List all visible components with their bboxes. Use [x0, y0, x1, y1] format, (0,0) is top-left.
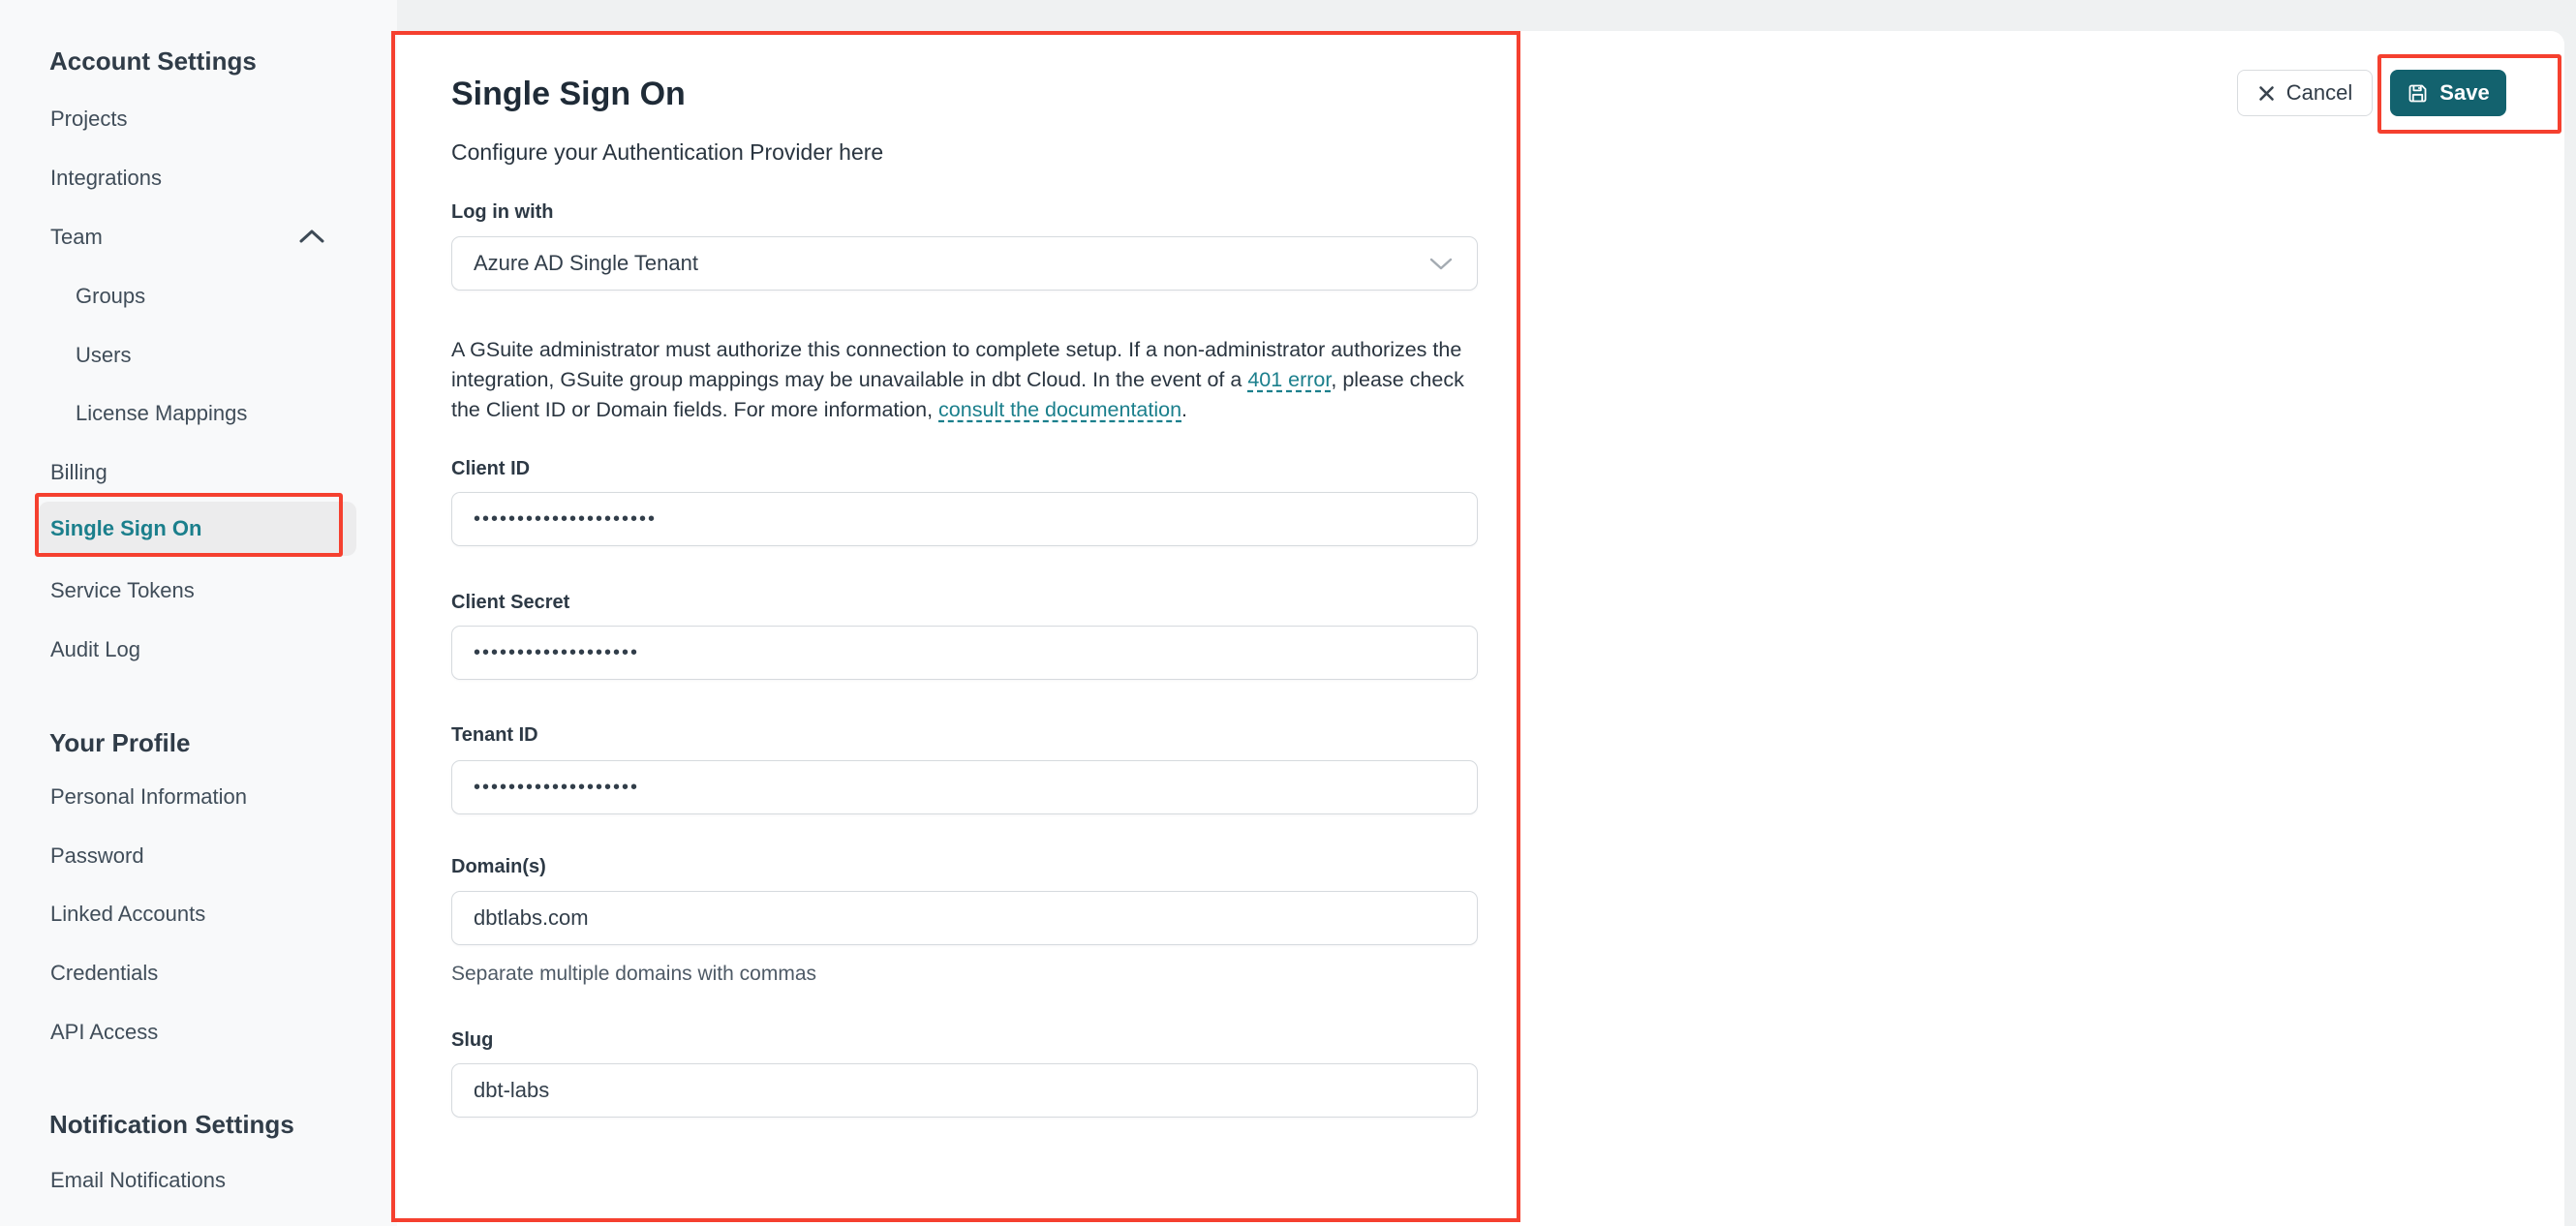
client-secret-label: Client Secret: [451, 592, 570, 613]
sidebar-item-personal-information[interactable]: Personal Information: [50, 784, 247, 810]
sidebar-item-integrations[interactable]: Integrations: [50, 166, 162, 191]
sidebar-item-single-sign-on[interactable]: Single Sign On: [39, 502, 356, 556]
sidebar-item-billing[interactable]: Billing: [50, 460, 107, 485]
sidebar-item-password[interactable]: Password: [50, 843, 144, 869]
chevron-down-icon: [1428, 257, 1454, 271]
consult-documentation-link[interactable]: consult the documentation: [938, 398, 1181, 421]
cancel-button[interactable]: Cancel: [2237, 70, 2373, 116]
login-with-select[interactable]: Azure AD Single Tenant: [451, 236, 1478, 291]
401-error-link[interactable]: 401 error: [1247, 368, 1331, 391]
sidebar-item-credentials[interactable]: Credentials: [50, 961, 158, 986]
x-icon: [2257, 84, 2276, 103]
cancel-button-label: Cancel: [2285, 80, 2353, 105]
save-button-label: Save: [2439, 80, 2490, 105]
sidebar-item-linked-accounts[interactable]: Linked Accounts: [50, 902, 205, 927]
sidebar-item-email-notifications[interactable]: Email Notifications: [50, 1168, 226, 1193]
tenant-id-label: Tenant ID: [451, 724, 538, 746]
sidebar-item-audit-log[interactable]: Audit Log: [50, 637, 140, 662]
login-with-label: Log in with: [451, 201, 554, 223]
sidebar-item-projects[interactable]: Projects: [50, 107, 127, 132]
sidebar-heading-notification-settings: Notification Settings: [49, 1110, 294, 1139]
login-with-selected-value: Azure AD Single Tenant: [474, 251, 698, 275]
slug-label: Slug: [451, 1029, 494, 1051]
sso-settings-panel: Single Sign On Configure your Authentica…: [397, 31, 2564, 1226]
chevron-up-icon[interactable]: [298, 229, 325, 244]
sidebar-heading-your-profile: Your Profile: [49, 728, 191, 757]
settings-sidebar: Account Settings Projects Integrations T…: [0, 0, 397, 1226]
save-button[interactable]: Save: [2390, 70, 2506, 116]
domains-help-text: Separate multiple domains with commas: [451, 963, 816, 985]
sidebar-item-users[interactable]: Users: [76, 343, 131, 368]
sidebar-item-api-access[interactable]: API Access: [50, 1020, 158, 1045]
domains-label: Domain(s): [451, 856, 546, 877]
sidebar-item-groups[interactable]: Groups: [76, 284, 145, 309]
client-id-input[interactable]: [451, 492, 1478, 546]
domains-input[interactable]: [451, 891, 1478, 945]
sidebar-item-license-mappings[interactable]: License Mappings: [76, 401, 247, 426]
gsuite-authorization-notice: A GSuite administrator must authorize th…: [451, 335, 1486, 425]
page-subtitle: Configure your Authentication Provider h…: [451, 139, 884, 165]
sidebar-item-service-tokens[interactable]: Service Tokens: [50, 578, 195, 603]
sidebar-item-label: Single Sign On: [50, 516, 202, 540]
client-secret-input[interactable]: [451, 626, 1478, 680]
client-id-label: Client ID: [451, 458, 531, 479]
notice-text: .: [1181, 398, 1188, 421]
slug-input[interactable]: [451, 1063, 1478, 1118]
page-title: Single Sign On: [451, 76, 686, 112]
tenant-id-input[interactable]: [451, 760, 1478, 814]
sidebar-item-team[interactable]: Team: [50, 225, 103, 250]
floppy-disk-icon: [2407, 82, 2429, 105]
sidebar-heading-account-settings: Account Settings: [49, 46, 257, 76]
